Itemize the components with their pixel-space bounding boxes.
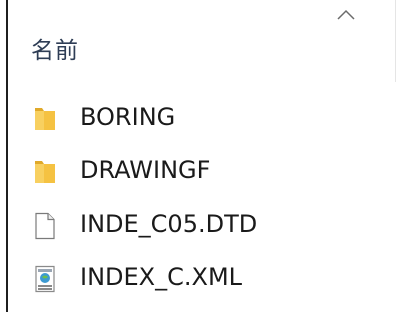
column-header-label: 名前 <box>31 38 79 64</box>
file-name: INDEX_C.XML <box>80 263 243 291</box>
chevron-up-icon <box>336 6 356 20</box>
column-divider[interactable] <box>395 0 396 82</box>
column-header-name[interactable]: 名前 <box>8 0 405 82</box>
blank-file-icon <box>32 212 58 240</box>
list-item-file[interactable]: INDE_C05.DTD <box>8 204 405 246</box>
file-list-pane: 名前 BORING DRAWINGF INDE_C05.DTD INDEX_C.… <box>0 0 405 312</box>
list-item-folder[interactable]: DRAWINGF <box>8 150 405 192</box>
folder-icon <box>32 105 58 133</box>
file-name: DRAWINGF <box>80 156 211 184</box>
xml-file-icon <box>32 265 58 293</box>
list-item-file[interactable]: INDEX_C.XML <box>8 257 405 299</box>
folder-icon <box>32 158 58 186</box>
list-item-folder[interactable]: BORING <box>8 97 405 139</box>
file-name: BORING <box>80 103 176 131</box>
file-name: INDE_C05.DTD <box>80 210 258 238</box>
